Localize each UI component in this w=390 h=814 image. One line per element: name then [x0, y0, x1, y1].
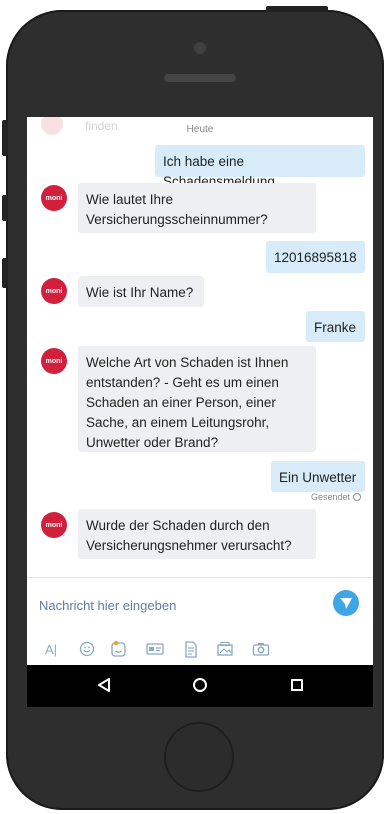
bot-avatar: moni: [41, 185, 67, 211]
bot-message: Wie ist Ihr Name?: [78, 276, 204, 307]
android-nav-bar: [27, 665, 373, 707]
phone-screen: finden Heute Ich habe eine Schadensmeldu…: [27, 117, 373, 707]
bot-message: Welche Art von Schaden ist Ihnen entstan…: [78, 346, 316, 452]
sent-status-label: Gesendet: [310, 492, 350, 502]
chat-thread[interactable]: finden Heute Ich habe eine Schadensmeldu…: [27, 117, 373, 577]
document-icon[interactable]: [181, 640, 201, 658]
power-button: [266, 6, 328, 12]
text-format-icon[interactable]: A|: [41, 640, 61, 658]
earpiece-speaker: [164, 74, 236, 82]
composer: Nachricht hier eingeben A|: [27, 577, 373, 666]
user-message: Ich habe eine Schadensmeldung: [155, 145, 365, 189]
user-message: Franke: [306, 311, 365, 342]
bot-message: Wurde der Schaden durch den Versicherung…: [78, 509, 316, 559]
home-button[interactable]: [164, 722, 234, 792]
send-button[interactable]: [333, 590, 359, 616]
back-icon[interactable]: [97, 677, 111, 693]
date-separator: Heute: [186, 124, 214, 135]
send-icon: [340, 598, 352, 609]
bot-avatar: moni: [41, 348, 67, 374]
camera-icon[interactable]: [251, 640, 271, 658]
bot-message: Wie lautet Ihre Versicherungsscheinnumme…: [78, 183, 316, 233]
volume-down-button: [2, 258, 8, 288]
sent-status: Gesendet: [311, 492, 361, 502]
mute-switch: [2, 120, 8, 156]
user-message: 12016895818: [266, 241, 365, 273]
message-input[interactable]: Nachricht hier eingeben: [39, 598, 176, 613]
bot-avatar: moni: [41, 278, 67, 304]
bot-avatar: moni: [41, 512, 67, 538]
emoji-icon[interactable]: [77, 640, 97, 658]
clock-icon: [353, 493, 361, 501]
recent-apps-icon[interactable]: [291, 679, 303, 691]
volume-up-button: [2, 195, 8, 221]
gallery-icon[interactable]: [215, 640, 235, 658]
user-message: Ein Unwetter: [271, 461, 365, 492]
card-icon[interactable]: [145, 640, 165, 658]
sticker-icon[interactable]: [109, 640, 129, 658]
composer-toolbar: A|: [27, 630, 373, 666]
front-camera: [194, 42, 206, 54]
home-icon[interactable]: [193, 678, 207, 692]
